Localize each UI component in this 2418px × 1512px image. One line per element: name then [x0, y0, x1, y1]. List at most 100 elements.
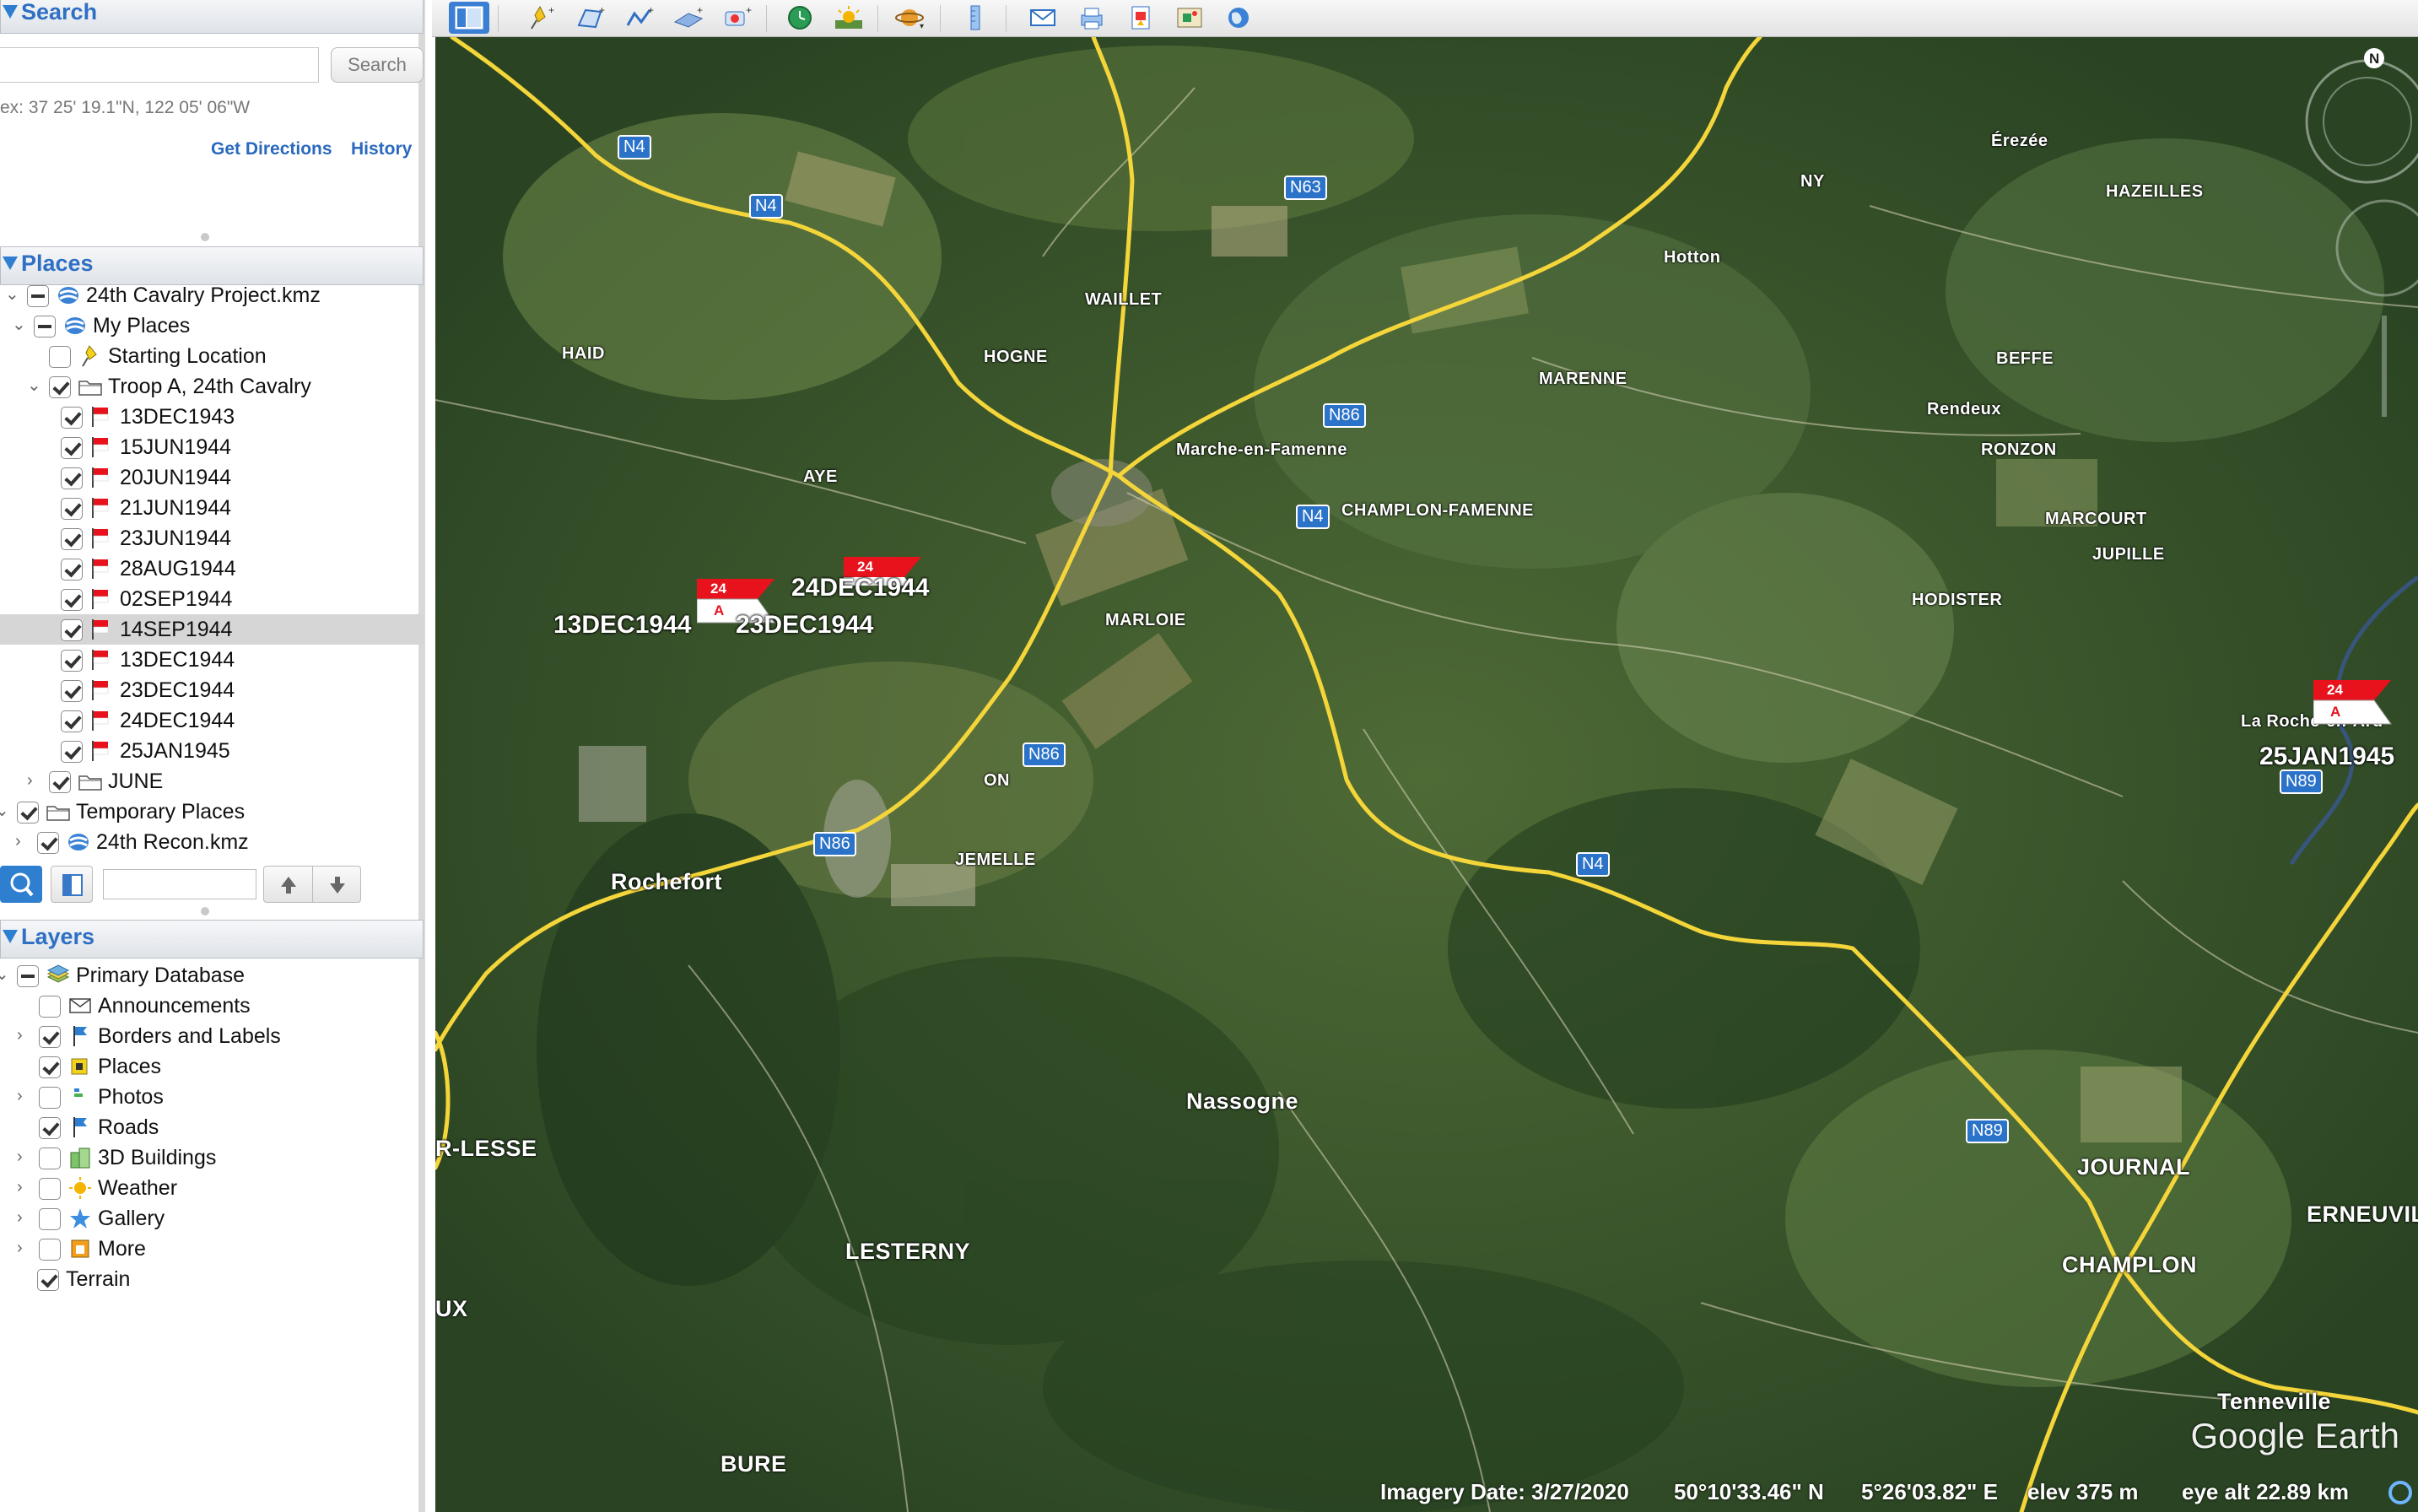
visibility-checkbox[interactable] [17, 802, 39, 824]
places-tree-item[interactable]: Starting Location [0, 341, 424, 371]
collapsed-chevron-icon[interactable]: › [27, 771, 40, 790]
record-tour-button[interactable]: + [717, 2, 758, 34]
visibility-checkbox[interactable] [39, 1239, 61, 1261]
visibility-checkbox[interactable] [37, 1269, 59, 1291]
layers-tree-item[interactable]: › Borders and Labels [0, 1021, 424, 1051]
places-tree-item[interactable]: 20JUN1944 [0, 462, 424, 493]
places-tree-item[interactable]: 14SEP1944 [0, 614, 424, 645]
places-tree-item[interactable]: 21JUN1944 [0, 493, 424, 523]
visibility-checkbox[interactable] [27, 285, 49, 307]
placemark-label[interactable]: 25JAN1945 [2259, 742, 2394, 771]
layers-tree-item[interactable]: Terrain [0, 1264, 424, 1294]
collapsed-chevron-icon[interactable]: › [17, 1148, 30, 1166]
view-in-maps-button[interactable] [1169, 2, 1210, 34]
places-tree-item[interactable]: 15JUN1944 [0, 432, 424, 462]
expand-chevron-icon[interactable]: ⌄ [12, 316, 26, 334]
search-places-button[interactable] [0, 866, 42, 903]
visibility-checkbox[interactable] [61, 437, 83, 459]
visibility-checkbox[interactable] [39, 1178, 61, 1200]
visibility-checkbox[interactable] [61, 467, 83, 489]
switch-planet-button[interactable]: ▾ [891, 2, 931, 34]
ruler-button[interactable] [955, 2, 996, 34]
visibility-checkbox[interactable] [39, 1056, 61, 1078]
placemark-label[interactable]: 23DEC1944 [736, 611, 873, 640]
visibility-checkbox[interactable] [17, 965, 39, 987]
placemark-flag-icon[interactable]: 24 A [2313, 678, 2394, 738]
layers-tree-item[interactable]: Places [0, 1051, 424, 1082]
visibility-checkbox[interactable] [39, 1117, 61, 1139]
search-input[interactable] [0, 47, 319, 83]
expand-chevron-icon[interactable]: ⌄ [0, 965, 9, 984]
places-tree-item[interactable]: 02SEP1944 [0, 584, 424, 614]
print-button[interactable] [1071, 2, 1112, 34]
collapsed-chevron-icon[interactable]: › [15, 832, 29, 850]
places-tree-item[interactable]: › 24th Recon.kmz [0, 827, 424, 857]
collapsed-chevron-icon[interactable]: › [17, 1208, 30, 1227]
panel-splitter[interactable] [201, 907, 209, 915]
toggle-panel-button[interactable] [51, 866, 93, 903]
historical-imagery-button[interactable] [780, 2, 820, 34]
places-tree-item[interactable]: 23JUN1944 [0, 523, 424, 554]
visibility-checkbox[interactable] [61, 407, 83, 429]
places-tree-item[interactable]: 28AUG1944 [0, 554, 424, 584]
visibility-checkbox[interactable] [49, 376, 71, 398]
places-tree-item[interactable]: ⌄ Temporary Places [0, 796, 424, 827]
visibility-checkbox[interactable] [49, 771, 71, 793]
layers-tree-item[interactable]: › Photos [0, 1082, 424, 1112]
places-tree-item[interactable]: › JUNE [0, 766, 424, 796]
placemark-label[interactable]: 24DEC1944 [791, 574, 929, 602]
places-tree-item[interactable]: ⌄ My Places [0, 310, 424, 341]
expand-chevron-icon[interactable]: ⌄ [27, 376, 41, 395]
visibility-checkbox[interactable] [61, 559, 83, 580]
visibility-checkbox[interactable] [39, 1087, 61, 1109]
places-tree-item[interactable]: 13DEC1944 [0, 645, 424, 675]
collapsed-chevron-icon[interactable]: › [17, 1239, 30, 1257]
email-button[interactable] [1023, 2, 1063, 34]
visibility-checkbox[interactable] [61, 589, 83, 611]
search-panel-header[interactable]: Search [0, 0, 424, 34]
places-tree-item[interactable]: 13DEC1943 [0, 402, 424, 432]
earth-map-view[interactable]: N WAILLET HOGNE HAID AYE Marche-en-Famenne CH… [435, 37, 2418, 1512]
visibility-checkbox[interactable] [61, 498, 83, 520]
visibility-checkbox[interactable] [34, 316, 56, 338]
collapse-triangle-icon[interactable] [3, 256, 18, 270]
earth-web-button[interactable] [1218, 2, 1259, 34]
collapsed-chevron-icon[interactable]: › [17, 1087, 30, 1105]
layers-tree-item[interactable]: Announcements [0, 991, 424, 1021]
expand-chevron-icon[interactable]: ⌄ [0, 802, 9, 820]
visibility-checkbox[interactable] [39, 1026, 61, 1048]
placemark-label[interactable]: 13DEC1944 [553, 611, 691, 640]
collapse-triangle-icon[interactable] [3, 930, 18, 943]
places-tree-item[interactable]: ⌄ 24th Cavalry Project.kmz [0, 280, 424, 310]
places-tree-item[interactable]: 23DEC1944 [0, 675, 424, 705]
visibility-checkbox[interactable] [61, 741, 83, 763]
places-filter-input[interactable] [103, 869, 256, 899]
collapse-triangle-icon[interactable] [3, 5, 18, 19]
navigation-controls[interactable]: N [2300, 37, 2418, 425]
add-path-button[interactable]: + [619, 2, 660, 34]
add-polygon-button[interactable]: + [570, 2, 611, 34]
places-tree-item[interactable]: 25JAN1945 [0, 736, 424, 766]
layers-panel-header[interactable]: Layers [0, 920, 424, 958]
visibility-checkbox[interactable] [39, 1148, 61, 1169]
sidebar-toggle-button[interactable] [449, 2, 489, 34]
visibility-checkbox[interactable] [39, 996, 61, 1018]
layers-tree-item[interactable]: › More [0, 1234, 424, 1264]
visibility-checkbox[interactable] [49, 346, 71, 368]
visibility-checkbox[interactable] [61, 680, 83, 702]
visibility-checkbox[interactable] [61, 650, 83, 672]
layers-tree-item[interactable]: › Gallery [0, 1203, 424, 1234]
visibility-checkbox[interactable] [37, 832, 59, 854]
visibility-checkbox[interactable] [61, 619, 83, 641]
search-button[interactable]: Search [331, 47, 424, 83]
visibility-checkbox[interactable] [61, 528, 83, 550]
expand-chevron-icon[interactable]: ⌄ [5, 285, 19, 304]
layers-tree-item[interactable]: Roads [0, 1112, 424, 1142]
layers-tree-item[interactable]: › Weather [0, 1173, 424, 1203]
move-up-button[interactable] [264, 867, 313, 902]
get-directions-link[interactable]: Get Directions [211, 139, 332, 159]
add-overlay-button[interactable]: + [668, 2, 709, 34]
save-image-button[interactable] [1120, 2, 1161, 34]
sunlight-button[interactable] [828, 2, 869, 34]
places-tree-item[interactable]: ⌄ Troop A, 24th Cavalry [0, 371, 424, 402]
